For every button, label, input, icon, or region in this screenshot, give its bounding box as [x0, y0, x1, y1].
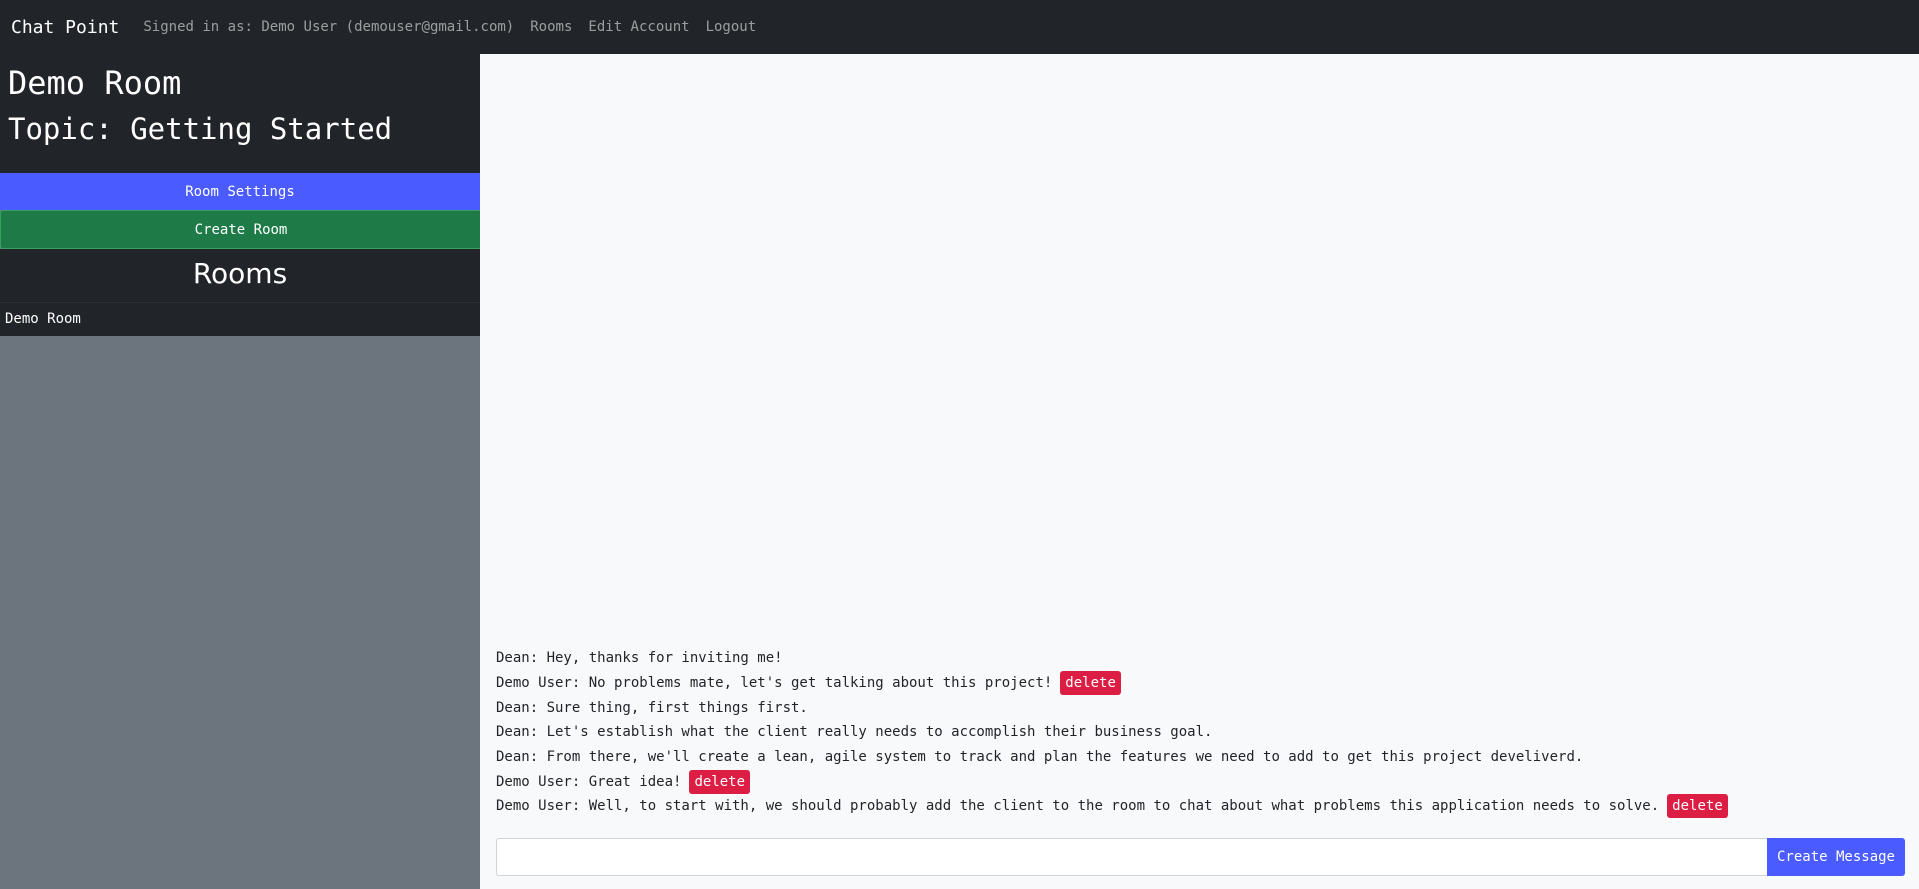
- delete-message-button[interactable]: delete: [1667, 794, 1728, 819]
- top-navbar: Chat Point Signed in as: Demo User (demo…: [0, 0, 1919, 54]
- message-text: Demo User: No problems mate, let's get t…: [496, 675, 1053, 692]
- message-item: Demo User: Great idea! delete: [496, 769, 1896, 794]
- delete-message-button[interactable]: delete: [689, 769, 751, 794]
- nav-link-logout[interactable]: Logout: [706, 19, 757, 35]
- delete-message-button[interactable]: delete: [1060, 671, 1121, 696]
- message-list: Dean: Hey, thanks for inviting me! Demo …: [496, 646, 1896, 819]
- message-text: Dean: Let's establish what the client re…: [496, 724, 1213, 741]
- nav-link-rooms[interactable]: Rooms: [530, 19, 572, 35]
- message-text: Dean: Sure thing, first things first.: [496, 699, 808, 716]
- room-topic: Topic: Getting Started: [8, 112, 393, 147]
- message-text: Demo User: Great idea!: [496, 773, 682, 790]
- create-room-button[interactable]: Create Room: [0, 210, 482, 249]
- room-title: Demo Room: [8, 64, 182, 102]
- message-text: Demo User: Well, to start with, we shoul…: [496, 798, 1660, 815]
- brand-link[interactable]: Chat Point: [11, 17, 119, 38]
- rooms-heading: Rooms: [0, 249, 480, 303]
- message-input[interactable]: [496, 838, 1767, 876]
- message-text: Dean: Hey, thanks for inviting me!: [496, 650, 783, 667]
- chat-main: Dean: Hey, thanks for inviting me! Demo …: [480, 54, 1919, 889]
- nav-link-edit-account[interactable]: Edit Account: [588, 19, 689, 35]
- message-item: Dean: Hey, thanks for inviting me!: [496, 646, 1896, 671]
- create-message-button[interactable]: Create Message: [1767, 838, 1905, 876]
- room-settings-button[interactable]: Room Settings: [0, 173, 480, 210]
- message-item: Demo User: No problems mate, let's get t…: [496, 671, 1896, 696]
- room-list-item[interactable]: Demo Room: [0, 303, 480, 336]
- room-header: Demo Room Topic: Getting Started: [0, 54, 480, 173]
- rooms-panel: Rooms Demo Room: [0, 249, 480, 336]
- message-item: Demo User: Well, to start with, we shoul…: [496, 794, 1896, 819]
- message-item: Dean: Sure thing, first things first.: [496, 695, 1896, 720]
- message-item: Dean: From there, we'll create a lean, a…: [496, 745, 1896, 770]
- sidebar: Demo Room Topic: Getting Started Room Se…: [0, 54, 482, 889]
- message-text: Dean: From there, we'll create a lean, a…: [496, 749, 1584, 766]
- signed-in-text: Signed in as: Demo User (demouser@gmail.…: [143, 19, 515, 35]
- message-item: Dean: Let's establish what the client re…: [496, 720, 1896, 745]
- message-composer: Create Message: [496, 838, 1905, 876]
